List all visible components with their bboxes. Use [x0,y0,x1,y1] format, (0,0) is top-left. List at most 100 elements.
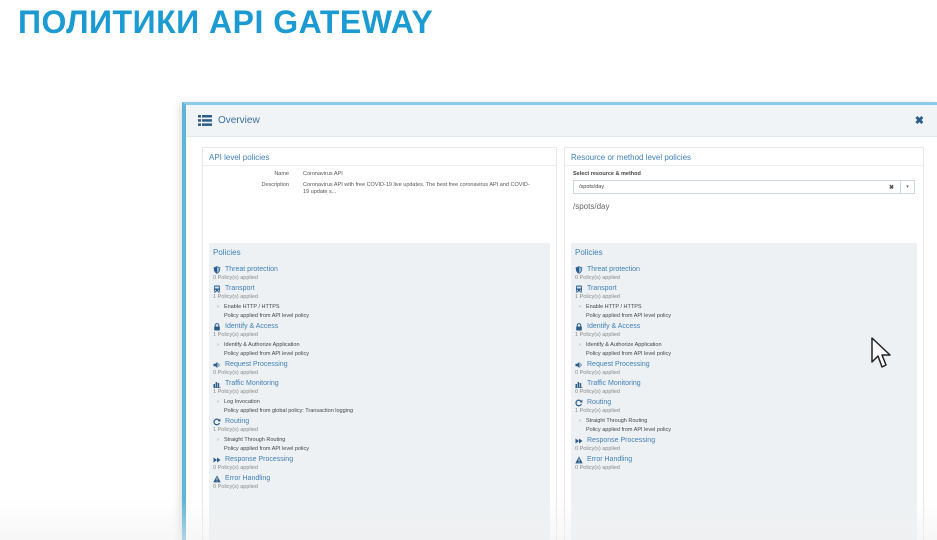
policy-item-name: Identify & Authorize Application [224,342,300,348]
policy-category: Threat protection 0 Policy(s) applied [575,266,913,282]
policy-category-link[interactable]: Transport [575,285,913,293]
policy-category-link[interactable]: Request Processing [575,361,913,369]
policy-category-link[interactable]: Traffic Monitoring [575,380,913,388]
policy-count: 0 Policy(s) applied [213,465,258,471]
shield-icon [213,266,221,274]
dialog-header: Overview ✖ [186,105,937,137]
policy-count: 1 Policy(s) applied [213,332,258,338]
select-value: /spots/day [579,184,605,190]
policy-count: 0 Policy(s) applied [575,370,620,376]
policy-item-name: Straight Through Routing [224,437,286,443]
policy-item[interactable]: › Identify & Authorize Application [213,342,546,349]
list-icon [198,115,212,126]
chevron-right-icon: › [579,418,581,424]
policy-category-name: Traffic Monitoring [587,380,641,387]
chevron-down-icon[interactable]: ▾ [900,181,914,193]
policies-title: Policies [213,248,241,257]
policy-category-link[interactable]: Identify & Access [575,323,913,331]
policy-category: Routing 1 Policy(s) applied › Straight Thro… [213,418,546,453]
lock-icon [575,323,583,331]
policy-category: Transport 1 Policy(s) applied › Enable HTTP… [575,285,913,320]
policy-item-name: Enable HTTP / HTTPS [586,304,642,310]
refresh-icon [213,418,221,426]
policy-note: Policy applied from global policy: Trans… [224,408,354,414]
policy-category: Request Processing 0 Policy(s) applied [575,361,913,377]
bar-chart-icon [575,380,583,388]
bus-icon [213,285,221,293]
panel-heading: API level policies [203,148,556,166]
description-label: Description [261,182,289,188]
policy-item-name: Enable HTTP / HTTPS [224,304,280,310]
policy-item[interactable]: › Enable HTTP / HTTPS [213,304,546,311]
policy-count: 1 Policy(s) applied [213,294,258,300]
policy-item[interactable]: › Straight Through Routing [213,437,546,444]
chevron-right-icon: › [217,399,219,405]
policies-list-right: Policies Threat protection 0 Policy(s) ap… [571,243,917,540]
policy-count: 0 Policy(s) applied [575,465,620,471]
speaker-icon [575,361,583,369]
resource-method-select[interactable]: /spots/day ✖ ▾ [573,180,915,194]
warning-icon [213,475,221,483]
name-value: Coronavirus API [303,171,343,177]
clear-icon[interactable]: ✖ [889,184,894,191]
close-icon[interactable]: ✖ [915,114,924,127]
overview-dialog: Overview ✖ API level policies Name Coron… [182,102,937,540]
policy-count: 1 Policy(s) applied [575,294,620,300]
policy-category-link[interactable]: Identify & Access [213,323,546,331]
policies-title: Policies [575,248,603,257]
policy-category-link[interactable]: Threat protection [575,266,913,274]
api-level-policies-panel: API level policies Name Coronavirus API … [202,147,557,540]
policy-category-link[interactable]: Threat protection [213,266,546,274]
policy-category: Identify & Access 1 Policy(s) applied › Ide… [575,323,913,358]
policy-category-name: Identify & Access [587,323,641,330]
policy-note: Policy applied from API level policy [224,313,309,319]
name-row: Name Coronavirus API [203,171,556,178]
policy-count: 1 Policy(s) applied [575,332,620,338]
policy-category: Threat protection 0 Policy(s) applied [213,266,546,282]
policy-note: Policy applied from API level policy [586,427,671,433]
policy-category-name: Transport [587,285,617,292]
mouse-cursor-icon [871,337,891,368]
policy-item[interactable]: › Straight Through Routing [575,418,913,425]
policy-item[interactable]: › Identify & Authorize Application [575,342,913,349]
policy-category: Error Handling 0 Policy(s) applied [213,475,546,491]
policy-category: Traffic Monitoring 0 Policy(s) applied [575,380,913,396]
policy-count: 0 Policy(s) applied [575,446,620,452]
speaker-icon [213,361,221,369]
bar-chart-icon [213,380,221,388]
policy-category: Routing 1 Policy(s) applied › Straight Thro… [575,399,913,434]
policy-category: Response Processing 0 Policy(s) applied [213,456,546,472]
policy-category-link[interactable]: Traffic Monitoring [213,380,546,388]
policy-category: Traffic Monitoring 1 Policy(s) applied › Lo… [213,380,546,415]
policy-category-link[interactable]: Transport [213,285,546,293]
select-resource-label: Select resource & method [573,171,641,177]
policy-count: 0 Policy(s) applied [213,370,258,376]
policy-category-name: Transport [225,285,255,292]
dialog-title: Overview [218,115,260,126]
chevron-right-icon: › [217,342,219,348]
chevron-right-icon: › [217,437,219,443]
policy-category-link[interactable]: Error Handling [575,456,913,464]
refresh-icon [575,399,583,407]
policy-category-name: Error Handling [225,475,271,482]
policy-category-link[interactable]: Response Processing [213,456,546,464]
policy-category: Transport 1 Policy(s) applied › Enable HTTP… [213,285,546,320]
policy-category-link[interactable]: Response Processing [575,437,913,445]
policy-category-link[interactable]: Request Processing [213,361,546,369]
policy-note: Policy applied from API level policy [586,313,671,319]
name-label: Name [274,171,289,177]
warning-icon [575,456,583,464]
lock-icon [213,323,221,331]
policy-category-name: Traffic Monitoring [225,380,279,387]
policies-list-left: Policies Threat protection 0 Policy(s) ap… [209,243,550,540]
policy-note: Policy applied from API level policy [586,351,671,357]
policy-count: 0 Policy(s) applied [213,484,258,490]
policy-category-link[interactable]: Error Handling [213,475,546,483]
policy-category-link[interactable]: Routing [575,399,913,407]
policy-category-link[interactable]: Routing [213,418,546,426]
policy-count: 1 Policy(s) applied [575,408,620,414]
description-value: Coronavirus API with free COVID-19 live … [303,182,530,195]
policy-category-name: Request Processing [587,361,650,368]
policy-item[interactable]: › Enable HTTP / HTTPS [575,304,913,311]
policy-item[interactable]: › Log Invocation [213,399,546,406]
